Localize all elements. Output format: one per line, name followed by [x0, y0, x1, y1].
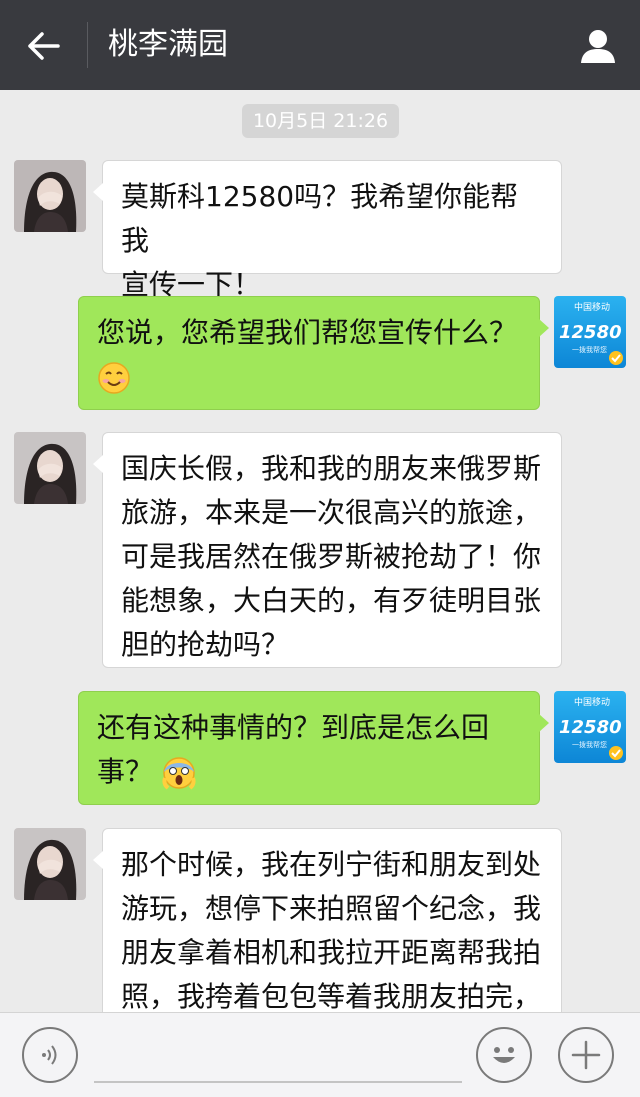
brand-avatar-icon: 中国移动 12580 一拨我帮您 [554, 691, 626, 763]
voice-button[interactable] [22, 1027, 78, 1083]
emoji-button[interactable] [476, 1027, 532, 1083]
message-line: 胆的抢劫吗？ [121, 628, 290, 661]
message-line: 游玩，想停下来拍照留个纪念，我 [121, 892, 542, 925]
my-avatar[interactable]: 中国移动 12580 一拨我帮您 [554, 691, 626, 763]
smiling-face-icon [98, 362, 130, 394]
message-line: 那个时候，我在列宁街和朋友到处 [121, 848, 542, 881]
message-line: 旅游，本来是一次很高兴的旅途， [121, 496, 542, 529]
chat-info-button[interactable] [576, 24, 620, 68]
message-line: 照，我挎着包包等着我朋友拍完， [121, 980, 542, 1012]
woman-avatar-icon [14, 828, 86, 900]
emoji-icon [493, 1047, 515, 1063]
svg-text:一拨我帮您: 一拨我帮您 [572, 740, 607, 749]
header-divider [87, 22, 88, 68]
plus-icon [571, 1040, 601, 1070]
message-bubble[interactable]: 那个时候，我在列宁街和朋友到处 游玩，想停下来拍照留个纪念，我 朋友拿着相机和我… [93, 828, 562, 1012]
more-button[interactable] [558, 1027, 614, 1083]
contact-avatar[interactable] [14, 160, 86, 232]
message-line: 能想象，大白天的，有歹徒明目张 [121, 584, 542, 617]
message-bubble[interactable]: 莫斯科12580吗？我希望你能帮我 宣传一下！ [93, 160, 562, 301]
woman-avatar-icon [14, 160, 86, 232]
brand-avatar-icon: 中国移动 12580 一拨我帮您 [554, 296, 626, 368]
message-line: 可是我居然在俄罗斯被抢劫了！你 [121, 540, 542, 573]
svg-text:12580: 12580 [559, 717, 622, 738]
chat-area[interactable]: 10月5日 21:26 莫斯科12580吗？我希望你能帮我 宣传一下！ 您说，您… [0, 90, 640, 1012]
message-input[interactable] [94, 1035, 462, 1083]
message-line: 还有这种事情的？到底是怎么回 [97, 711, 490, 744]
message-line: 国庆长假，我和我的朋友来俄罗斯 [121, 452, 542, 485]
chat-title: 桃李满园 [108, 27, 228, 62]
message-bubble[interactable]: 还有这种事情的？到底是怎么回 事？ [78, 691, 549, 805]
screaming-face-icon [162, 757, 196, 790]
message-bubble[interactable]: 您说，您希望我们帮您宣传什么？ [78, 296, 549, 410]
svg-text:中国移动: 中国移动 [574, 301, 610, 313]
chat-header: 桃李满园 [0, 0, 640, 90]
input-bar [0, 1012, 640, 1097]
contact-avatar[interactable] [14, 432, 86, 504]
message-line: 事？ [97, 750, 521, 794]
arrow-left-icon [28, 32, 60, 60]
message-line: 您说，您希望我们帮您宣传什么？ [97, 316, 518, 349]
message-line [97, 355, 521, 399]
svg-text:一拨我帮您: 一拨我帮您 [572, 345, 607, 354]
svg-text:12580: 12580 [559, 322, 622, 343]
message-line: 莫斯科12580吗？我希望你能帮我 [121, 180, 519, 257]
message-line: 朋友拿着相机和我拉开距离帮我拍 [121, 936, 542, 969]
svg-text:中国移动: 中国移动 [574, 696, 610, 708]
person-icon [581, 30, 615, 63]
voice-icon [42, 1045, 57, 1065]
woman-avatar-icon [14, 432, 86, 504]
contact-avatar[interactable] [14, 828, 86, 900]
message-bubble[interactable]: 国庆长假，我和我的朋友来俄罗斯 旅游，本来是一次很高兴的旅途， 可是我居然在俄罗… [93, 432, 562, 668]
my-avatar[interactable]: 中国移动 12580 一拨我帮您 [554, 296, 626, 368]
timestamp: 10月5日 21:26 [242, 104, 399, 138]
back-button[interactable] [22, 26, 66, 66]
